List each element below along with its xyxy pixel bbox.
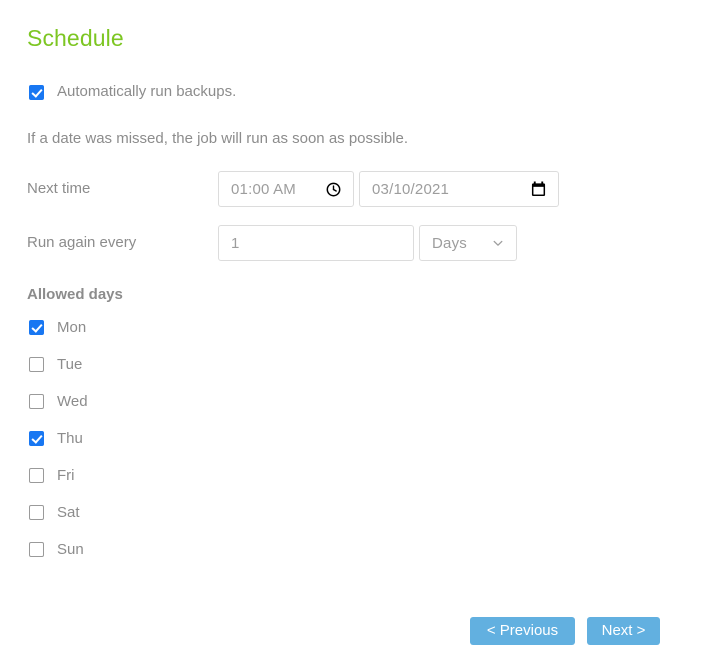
clock-icon[interactable]	[326, 182, 341, 197]
day-row-tue[interactable]: Tue	[29, 355, 88, 374]
day-label-mon: Mon	[57, 319, 87, 336]
next-button[interactable]: Next >	[587, 617, 660, 645]
day-checkbox-wed[interactable]	[29, 394, 44, 409]
run-again-row: Run again every 1 Days	[27, 225, 517, 261]
day-row-mon[interactable]: Mon	[29, 318, 88, 337]
next-time-date-input[interactable]: 03/10/2021	[359, 171, 559, 207]
schedule-page: Schedule Automatically run backups. If a…	[0, 0, 706, 659]
previous-button[interactable]: < Previous	[470, 617, 575, 645]
missed-date-hint: If a date was missed, the job will run a…	[27, 130, 409, 147]
page-title: Schedule	[27, 25, 124, 51]
day-label-sat: Sat	[57, 504, 80, 521]
wizard-navigation: < Previous Next >	[470, 617, 660, 645]
run-again-interval-value: 1	[231, 234, 240, 252]
run-again-unit-select[interactable]: Days	[419, 225, 517, 261]
day-checkbox-tue[interactable]	[29, 357, 44, 372]
next-time-date-value: 03/10/2021	[372, 180, 450, 198]
day-label-sun: Sun	[57, 541, 84, 558]
day-checkbox-sun[interactable]	[29, 542, 44, 557]
next-time-time-value: 01:00 AM	[231, 180, 296, 198]
next-time-time-input[interactable]: 01:00 AM	[218, 171, 354, 207]
day-label-wed: Wed	[57, 393, 88, 410]
auto-run-backups-checkbox[interactable]	[29, 84, 44, 100]
next-time-label: Next time	[27, 180, 91, 197]
calendar-icon[interactable]	[531, 181, 546, 197]
day-label-fri: Fri	[57, 467, 75, 484]
day-label-tue: Tue	[57, 356, 83, 373]
auto-run-backups-label: Automatically run backups.	[57, 83, 237, 100]
day-checkbox-sat[interactable]	[29, 505, 44, 520]
day-checkbox-fri[interactable]	[29, 468, 44, 483]
day-checkbox-thu[interactable]	[29, 431, 44, 446]
allowed-days-heading: Allowed days	[27, 286, 123, 303]
day-row-thu[interactable]: Thu	[29, 429, 88, 448]
auto-run-backups-row[interactable]: Automatically run backups.	[29, 82, 236, 102]
day-row-sun[interactable]: Sun	[29, 540, 88, 559]
next-time-row: Next time 01:00 AM 03/10/2021	[27, 171, 559, 207]
run-again-unit-value: Days	[432, 234, 467, 252]
day-row-fri[interactable]: Fri	[29, 466, 88, 485]
allowed-days-list: Mon Tue Wed Thu Fri Sat Sun	[29, 318, 88, 577]
day-row-sat[interactable]: Sat	[29, 503, 88, 522]
day-label-thu: Thu	[57, 430, 83, 447]
day-row-wed[interactable]: Wed	[29, 392, 88, 411]
run-again-interval-input[interactable]: 1	[218, 225, 414, 261]
run-again-label: Run again every	[27, 234, 137, 251]
chevron-down-icon[interactable]	[492, 237, 504, 249]
day-checkbox-mon[interactable]	[29, 320, 44, 335]
